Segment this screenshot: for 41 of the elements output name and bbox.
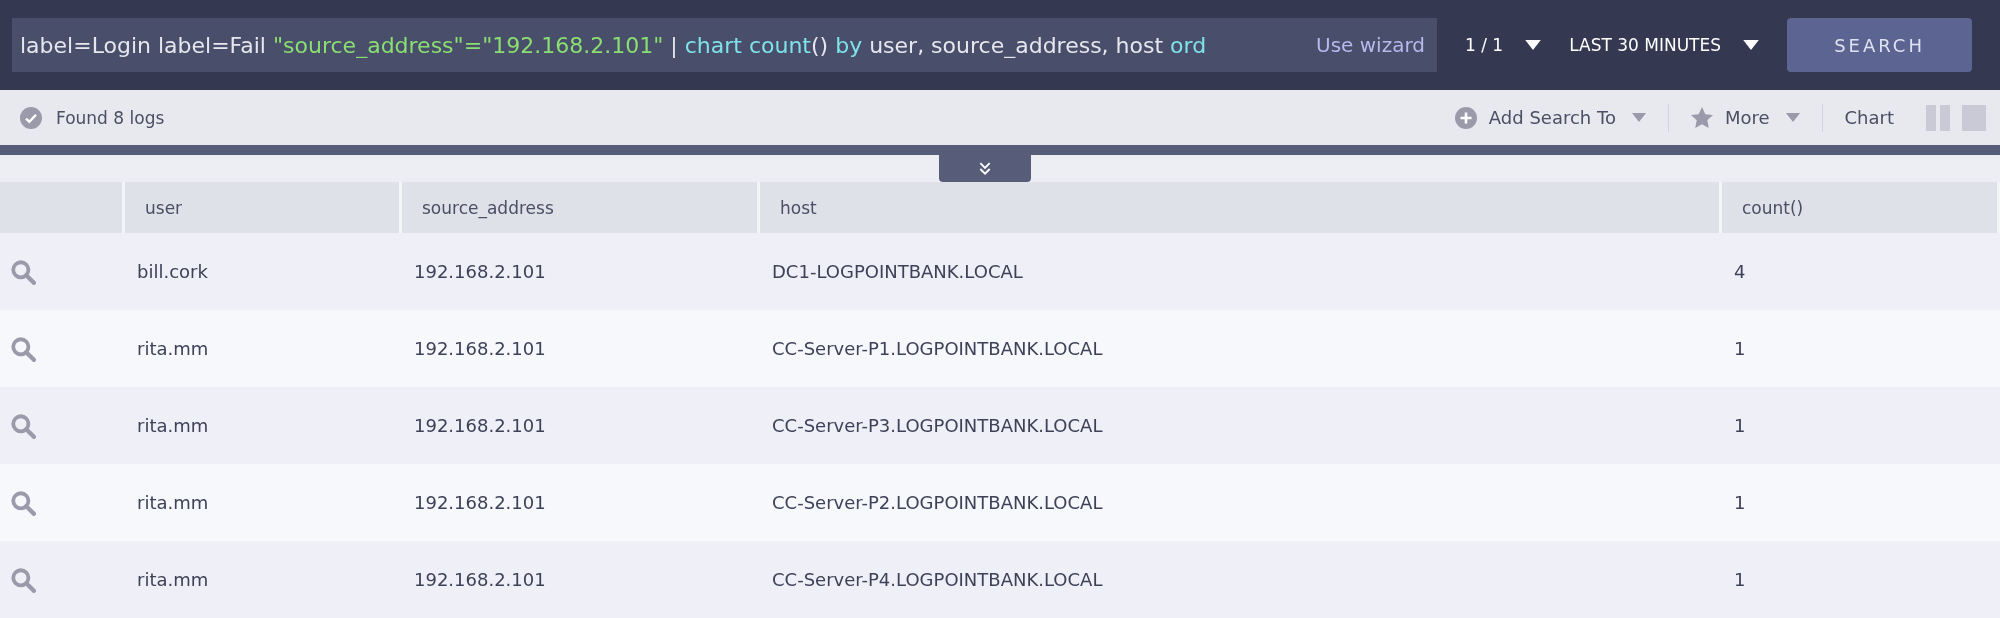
table-cell: CC-Server-P3.LOGPOINTBANK.LOCAL <box>760 387 1722 464</box>
caret-icon <box>1525 40 1542 50</box>
split-view-icon[interactable] <box>1926 104 1950 131</box>
table-cell: rita.mm <box>125 387 402 464</box>
add-search-to-button[interactable]: Add Search To <box>1454 106 1646 129</box>
single-view-icon[interactable] <box>1962 104 1986 131</box>
search-icon[interactable] <box>10 489 36 516</box>
plus-circle-icon <box>1454 106 1477 129</box>
table-cell: 1 <box>1722 387 2000 464</box>
table-cell: 1 <box>1722 541 2000 618</box>
caret-icon <box>1785 113 1800 122</box>
status-text: Found 8 logs <box>56 107 165 128</box>
search-icon[interactable] <box>10 412 36 439</box>
table-cell: 192.168.2.101 <box>402 387 760 464</box>
table-cell: DC1-LOGPOINTBANK.LOCAL <box>760 233 1722 310</box>
search-button[interactable]: SEARCH <box>1787 18 1973 72</box>
check-circle-icon <box>20 106 42 129</box>
use-wizard-link[interactable]: Use wizard <box>1316 33 1425 57</box>
query-input-field[interactable]: label=Login label=Fail "source_address"="192.168.2.101" | chart count() by user, source_address, host ord <box>20 32 1307 58</box>
column-header[interactable]: host <box>760 182 1722 233</box>
collapse-tab[interactable] <box>939 155 1031 182</box>
search-icon[interactable] <box>10 335 36 362</box>
table-cell: bill.cork <box>125 233 402 310</box>
more-button[interactable]: More <box>1690 106 1800 129</box>
caret-icon <box>1631 113 1646 122</box>
table-cell: 4 <box>1722 233 2000 310</box>
table-cell: rita.mm <box>125 541 402 618</box>
chart-label: Chart <box>1844 107 1894 128</box>
table-cell: CC-Server-P4.LOGPOINTBANK.LOCAL <box>760 541 1722 618</box>
table-cell: 192.168.2.101 <box>402 233 760 310</box>
caret-icon <box>1743 40 1760 50</box>
table-cell: 192.168.2.101 <box>402 541 760 618</box>
search-icon[interactable] <box>10 566 36 593</box>
column-header[interactable]: source_address <box>402 182 760 233</box>
page-dropdown[interactable]: 1 / 1 <box>1465 35 1542 55</box>
double-chevron-icon <box>978 161 992 176</box>
column-header[interactable]: count() <box>1722 182 2000 233</box>
search-icon[interactable] <box>10 258 36 285</box>
column-header[interactable]: user <box>125 182 402 233</box>
star-icon <box>1690 106 1713 129</box>
time-range-dropdown[interactable]: LAST 30 MINUTES <box>1569 35 1760 55</box>
